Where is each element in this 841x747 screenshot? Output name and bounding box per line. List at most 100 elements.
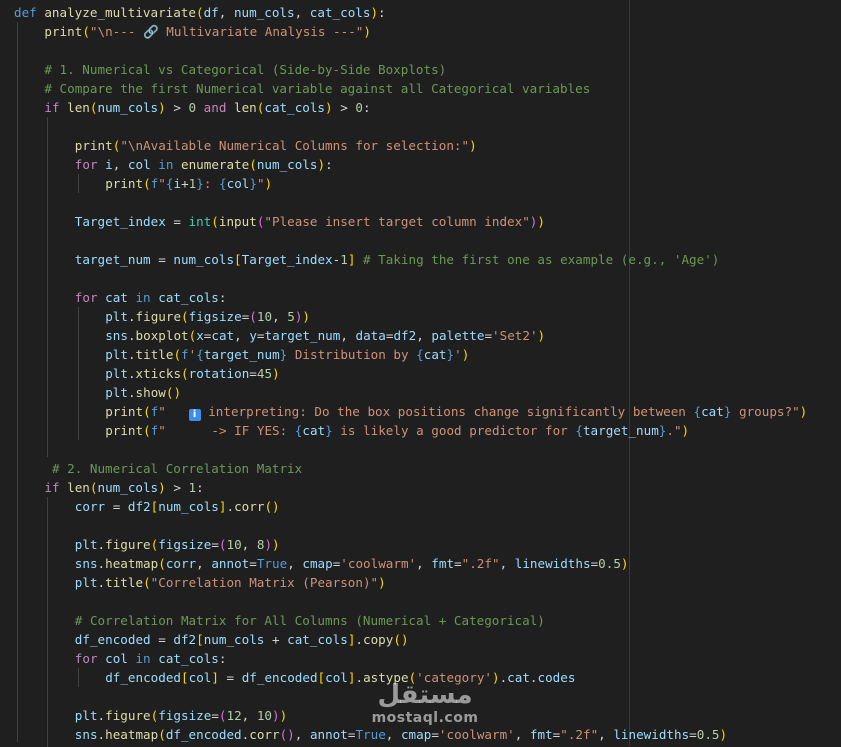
code-token: 5 <box>287 309 295 324</box>
code-token: 1 <box>188 480 197 495</box>
code-line: def analyze_multivariate(df, num_cols, c… <box>14 3 386 22</box>
code-token: ( <box>143 176 151 191</box>
code-line: print(f" -> IF YES: {cat} is likely a go… <box>105 421 689 440</box>
code-token: ) <box>537 328 546 343</box>
code-token: { <box>693 404 702 419</box>
code-token: ) <box>799 404 808 419</box>
code-token: ( <box>249 309 257 324</box>
code-token: f <box>181 347 189 362</box>
code-token: , <box>514 727 530 742</box>
code-token: title <box>135 347 174 362</box>
code-token: 10 <box>256 309 273 324</box>
code-token: ) <box>264 176 273 191</box>
code-token: . <box>97 727 106 742</box>
code-token: print <box>105 176 144 191</box>
code-token: . <box>127 385 136 400</box>
code-token: heatmap <box>105 727 159 742</box>
code-token: > <box>165 480 189 495</box>
code-token: : <box>378 5 386 20</box>
code-token: plt <box>105 366 128 381</box>
code-token: interpreting: Do the box positions chang… <box>200 404 694 419</box>
code-token: " <box>256 176 265 191</box>
code-token: sns <box>74 727 98 742</box>
code-token: i <box>105 157 113 172</box>
code-token: cat <box>423 347 447 362</box>
code-token: and <box>196 100 235 115</box>
code-token: in <box>127 651 159 666</box>
code-token: len <box>234 100 257 115</box>
code-token: input <box>218 214 257 229</box>
code-token: = <box>249 366 257 381</box>
code-token: [ <box>317 670 326 685</box>
code-token: . <box>97 537 106 552</box>
code-token: col <box>188 670 212 685</box>
code-token: # 2. Numerical Correlation Matrix <box>51 461 303 476</box>
code-token: ( <box>181 309 189 324</box>
code-token: } <box>196 176 204 191</box>
indent-guide <box>17 22 18 742</box>
code-line: # 2. Numerical Correlation Matrix <box>44 459 302 478</box>
code-token: plt <box>105 309 128 324</box>
code-token: # Taking the first one as example (e.g.,… <box>355 252 720 267</box>
code-token: target_num <box>264 328 341 343</box>
indent-guide <box>47 117 49 457</box>
code-token: , <box>287 556 303 571</box>
code-token: } <box>446 347 455 362</box>
code-token: data <box>355 328 386 343</box>
code-token: cmap <box>302 556 333 571</box>
code-token: { <box>219 176 227 191</box>
code-token: num_cols <box>97 100 159 115</box>
code-token: i <box>173 176 182 191</box>
code-token: ) <box>681 423 690 438</box>
code-token: cat <box>105 290 128 305</box>
code-token: ) <box>317 157 326 172</box>
code-token: , <box>218 5 234 20</box>
code-token: col <box>226 176 250 191</box>
code-token: 45 <box>256 366 273 381</box>
code-token: = <box>689 727 697 742</box>
code-token: annot <box>211 556 250 571</box>
code-token: > <box>332 100 356 115</box>
info-icon: i <box>188 409 201 421</box>
code-token: = <box>249 556 257 571</box>
indent-guide <box>77 668 79 687</box>
code-token: num_cols <box>256 157 318 172</box>
watermark-logo: مستقل mostaql.com <box>370 680 480 736</box>
code-token: ) <box>461 347 470 362</box>
code-token: ( <box>393 632 401 647</box>
code-token: "Correlation Matrix (Pearson)" <box>150 575 379 590</box>
code-token: corr <box>74 499 106 514</box>
code-line: sns.boxplot(x=cat, y=target_num, data=df… <box>105 326 545 345</box>
code-token: ( <box>218 708 227 723</box>
code-token: df2 <box>127 499 151 514</box>
code-line: if len(num_cols) > 1: <box>44 478 203 497</box>
code-token: plt <box>74 708 98 723</box>
code-line: plt.figure(figsize=(10, 8)) <box>75 535 280 554</box>
code-token: len <box>67 100 90 115</box>
code-token: ] <box>211 670 219 685</box>
watermark-latin: mostaql.com <box>371 710 479 726</box>
code-token: df2 <box>173 632 197 647</box>
code-token: num_cols <box>173 252 235 267</box>
code-token: ( <box>82 24 90 39</box>
code-token: Target_index <box>74 214 166 229</box>
code-token: ) <box>719 727 728 742</box>
indent-guide <box>77 174 79 193</box>
code-line: # Correlation Matrix for All Columns (Nu… <box>75 611 545 630</box>
code-token: plt <box>105 385 128 400</box>
code-token: print <box>105 423 144 438</box>
code-editor[interactable]: def analyze_multivariate(df, num_cols, c… <box>0 0 841 747</box>
code-token: # 1. Numerical vs Categorical (Side-by-S… <box>44 62 447 77</box>
code-token: in <box>150 157 181 172</box>
code-token: [ <box>234 252 242 267</box>
code-token: corr <box>249 727 280 742</box>
code-token: ' <box>454 347 462 362</box>
code-token: annot <box>309 727 348 742</box>
code-token: + <box>181 176 189 191</box>
code-line: plt.title("Correlation Matrix (Pearson)"… <box>75 573 386 592</box>
code-token: , <box>340 328 356 343</box>
code-token: copy <box>363 632 394 647</box>
code-token: = <box>484 328 493 343</box>
code-token: in <box>127 290 159 305</box>
code-token: 'Set2' <box>492 328 538 343</box>
